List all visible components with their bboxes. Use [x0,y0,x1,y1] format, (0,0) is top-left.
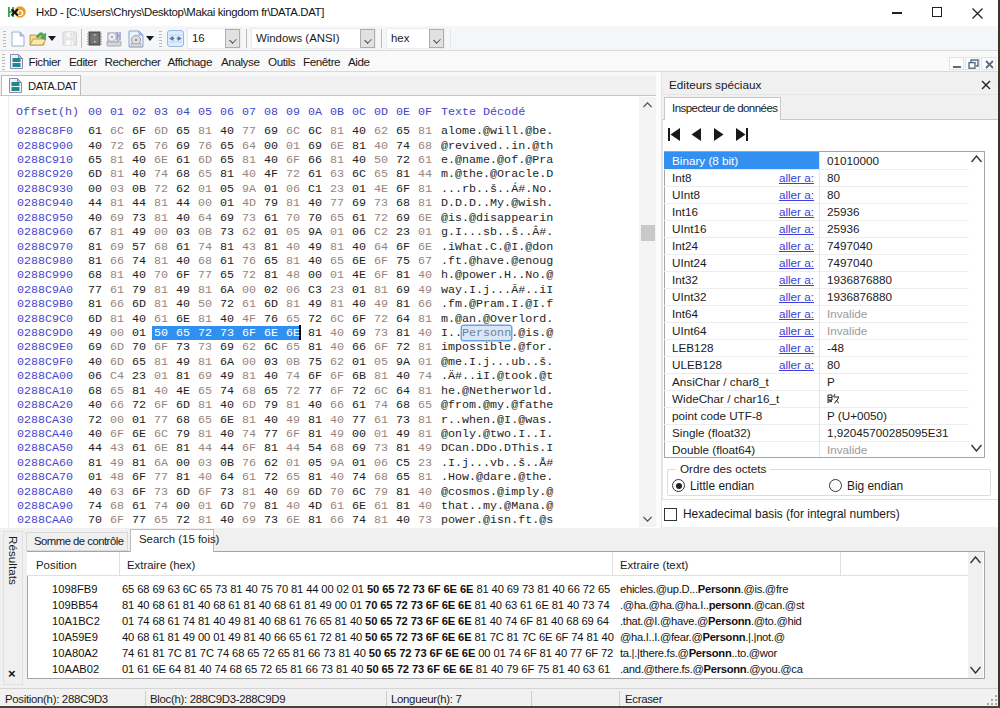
svg-text:D: D [17,7,24,18]
